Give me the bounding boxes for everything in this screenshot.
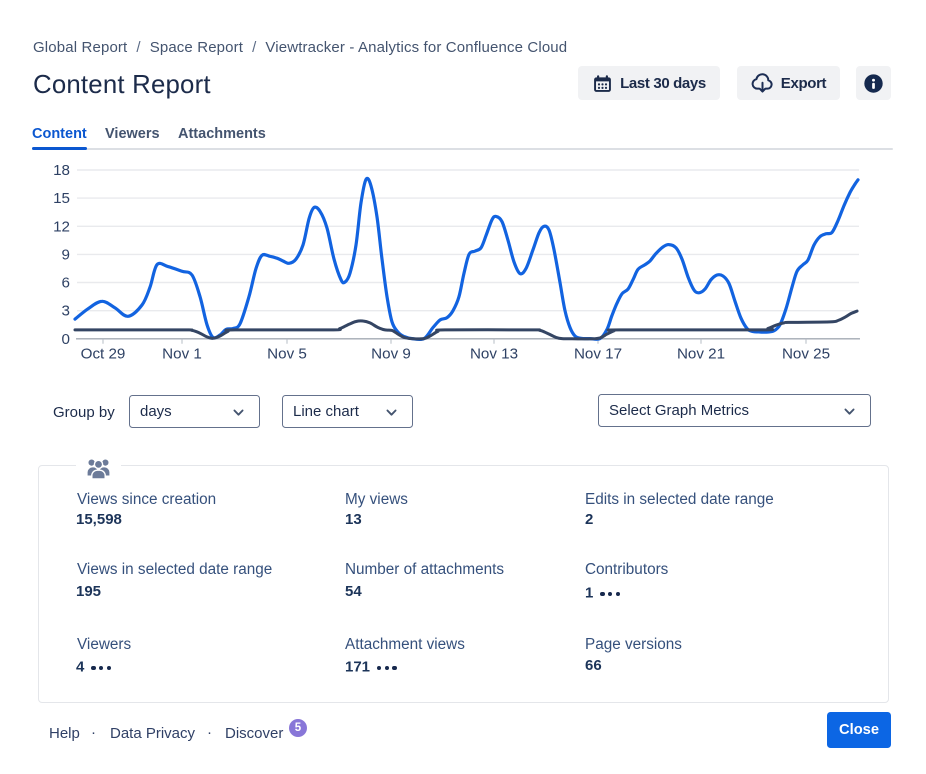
svg-text:Nov 25: Nov 25	[782, 346, 830, 363]
svg-text:Nov 9: Nov 9	[371, 346, 411, 363]
svg-text:Nov 13: Nov 13	[470, 346, 518, 363]
svg-text:Nov 5: Nov 5	[267, 346, 307, 363]
svg-text:0: 0	[62, 331, 70, 348]
svg-text:Oct 29: Oct 29	[81, 346, 126, 363]
svg-text:12: 12	[53, 218, 70, 235]
svg-text:15: 15	[53, 190, 70, 207]
svg-text:18: 18	[53, 162, 70, 179]
svg-text:3: 3	[62, 303, 70, 320]
svg-text:6: 6	[62, 275, 70, 292]
svg-text:Nov 21: Nov 21	[677, 346, 725, 363]
svg-text:Nov 1: Nov 1	[162, 346, 202, 363]
svg-text:9: 9	[62, 246, 70, 263]
svg-text:Nov 17: Nov 17	[574, 346, 622, 363]
